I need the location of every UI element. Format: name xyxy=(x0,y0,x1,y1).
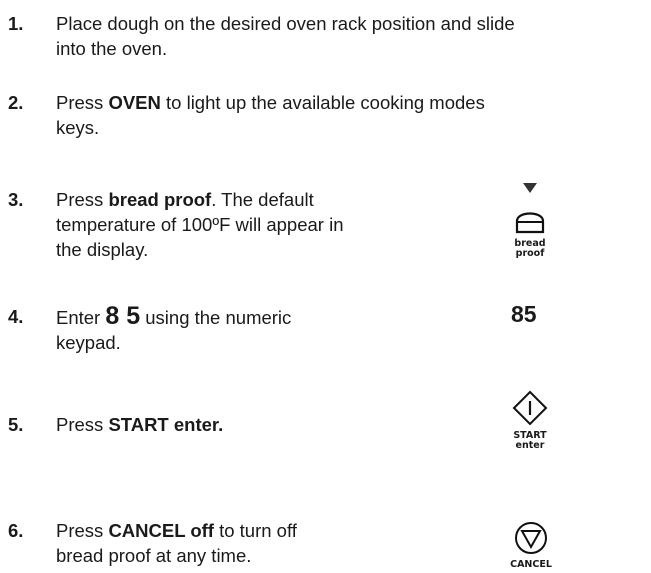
step-line: temperature of 100ºF will appear in xyxy=(56,214,344,235)
start-diamond-icon xyxy=(506,390,554,431)
step-text: Enter 8 5 using the numeric keypad. xyxy=(56,304,291,355)
step-keyword: bread proof xyxy=(108,189,212,210)
keypad-value: 85 xyxy=(511,301,537,327)
step-line: the display. xyxy=(56,239,149,260)
cancel-off-key[interactable]: CANCEL xyxy=(506,521,556,570)
step-number: 4. xyxy=(8,306,24,327)
step-number: 5. xyxy=(8,414,24,435)
down-arrow-icon xyxy=(520,180,540,198)
start-enter-key[interactable]: START enter xyxy=(506,390,554,451)
step-keyword: OVEN xyxy=(108,92,161,113)
step-number: 6. xyxy=(8,520,24,541)
step-keyword: CANCEL off xyxy=(108,520,214,541)
step-line: keypad. xyxy=(56,332,121,353)
step-text: Place dough on the desired oven rack pos… xyxy=(56,11,515,61)
step-text-plain: Press xyxy=(56,520,109,541)
cancel-label: CANCEL xyxy=(510,559,552,570)
step-keyword: 8 5 xyxy=(105,302,141,330)
step-number: 3. xyxy=(8,189,24,210)
step-keyword: START enter. xyxy=(108,414,224,435)
bread-icon xyxy=(508,208,552,239)
step-line: bread proof at any time. xyxy=(56,545,252,566)
step-number: 1. xyxy=(8,13,24,34)
step-text-plain: using the numeric xyxy=(140,307,292,328)
step-text: Press OVEN to light up the available coo… xyxy=(56,90,485,140)
step-line: Place dough on the desired oven rack pos… xyxy=(56,13,515,34)
step-text-plain: Press xyxy=(56,189,109,210)
step-text: Press CANCEL off to turn off bread proof… xyxy=(56,518,297,568)
bread-proof-label-line2: proof xyxy=(515,248,545,259)
start-label-line2: enter xyxy=(515,440,545,451)
step-line: keys. xyxy=(56,117,100,138)
step-text-plain: . The default xyxy=(211,189,314,210)
step-text-plain: Press xyxy=(56,92,109,113)
step-text-plain: to turn off xyxy=(213,520,297,541)
bread-proof-key[interactable]: bread proof xyxy=(508,208,552,259)
step-text: Press START enter. xyxy=(56,412,223,437)
step-number: 2. xyxy=(8,92,24,113)
step-text: Press bread proof. The default temperatu… xyxy=(56,187,344,262)
cancel-triangle-icon xyxy=(506,521,556,560)
step-text-plain: Enter xyxy=(56,307,106,328)
step-text-plain: to light up the available cooking modes xyxy=(160,92,485,113)
step-text-plain: Press xyxy=(56,414,109,435)
step-line: into the oven. xyxy=(56,38,168,59)
